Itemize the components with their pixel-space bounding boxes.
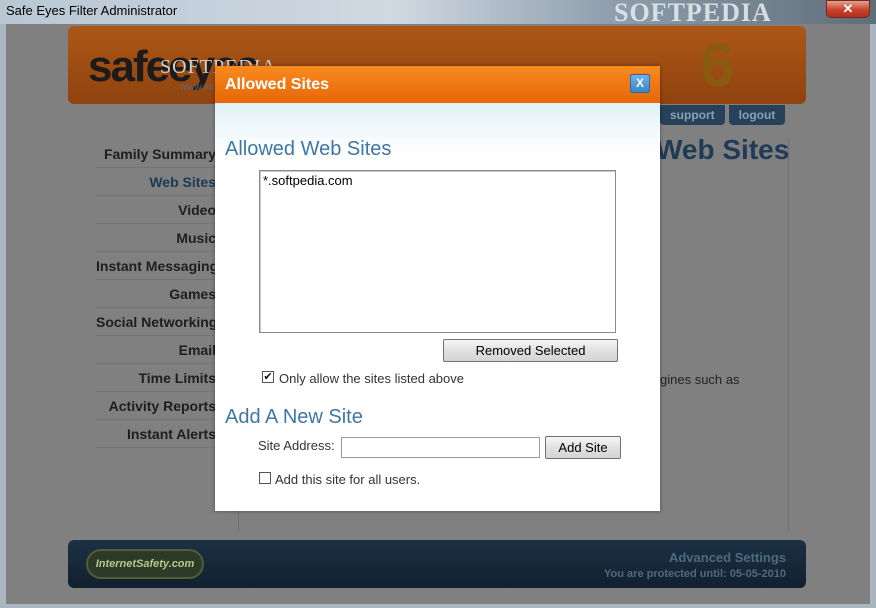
page-text-fragment: gines such as <box>660 372 740 387</box>
window-titlebar: Safe Eyes Filter Administrator SOFTPEDIA <box>0 0 876 27</box>
dialog-close-button[interactable]: X <box>630 74 650 93</box>
dialog-title: Allowed Sites <box>225 76 330 93</box>
content-divider <box>788 138 789 532</box>
page-heading: Web Sites <box>656 134 790 165</box>
advanced-settings-link[interactable]: Advanced Settings <box>669 550 786 565</box>
add-new-site-heading: Add A New Site <box>225 406 363 428</box>
remove-selected-button[interactable]: Removed Selected <box>443 339 618 362</box>
top-nav: support logout <box>660 105 786 125</box>
all-users-checkbox[interactable] <box>259 472 271 484</box>
allowed-sites-list[interactable]: *.softpedia.com <box>259 170 616 333</box>
window-close-button[interactable]: ✕ <box>826 0 870 18</box>
dialog-titlebar: Allowed Sites X <box>215 66 660 103</box>
allowed-sites-heading: Allowed Web Sites <box>225 138 392 160</box>
window-frame-right <box>870 24 876 608</box>
protection-status: You are protected until: 05-05-2010 <box>604 568 786 580</box>
site-address-label: Site Address: <box>258 438 335 453</box>
all-users-label: Add this site for all users. <box>275 472 421 487</box>
window-frame-bottom <box>0 604 876 608</box>
version-number: 6 <box>700 31 735 100</box>
logout-button[interactable]: logout <box>728 105 786 125</box>
site-address-input[interactable] <box>341 437 540 458</box>
internetsafety-logo: InternetSafety.com <box>86 549 204 579</box>
add-site-button[interactable]: Add Site <box>545 436 621 459</box>
window-title: Safe Eyes Filter Administrator <box>6 3 178 18</box>
only-allow-checkbox[interactable]: ✔ <box>262 371 274 383</box>
only-allow-label: Only allow the sites listed above <box>279 371 464 386</box>
site-list-item[interactable]: *.softpedia.com <box>263 173 612 189</box>
support-button[interactable]: support <box>660 105 725 125</box>
